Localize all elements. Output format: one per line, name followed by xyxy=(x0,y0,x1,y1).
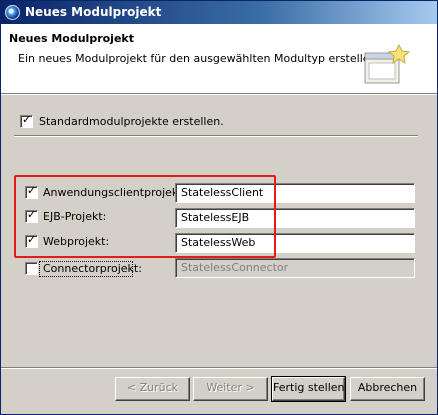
checkmark-icon: ✓ xyxy=(22,113,32,126)
new-module-wizard-icon xyxy=(364,43,411,84)
banner-separator xyxy=(1,93,437,95)
banner-title: Neues Modulprojekt xyxy=(9,32,134,45)
connector-project-label: Connectorprojekt: xyxy=(43,262,142,275)
connector-project-checkbox[interactable] xyxy=(25,262,38,275)
standard-projects-label: Standardmodulprojekte erstellen. xyxy=(39,115,224,128)
eclipse-icon xyxy=(5,5,20,20)
wizard-banner: Neues Modulprojekt Ein neues Modulprojek… xyxy=(1,24,437,93)
finish-button[interactable]: Fertig stellen xyxy=(271,376,346,402)
footer-separator xyxy=(1,367,437,369)
options-separator xyxy=(14,135,418,137)
window-title: Neues Modulprojekt xyxy=(25,5,162,19)
next-button[interactable]: Weiter > xyxy=(193,377,268,401)
title-bar[interactable]: Neues Modulprojekt xyxy=(1,1,437,24)
back-button[interactable]: < Zurück xyxy=(115,377,190,401)
wizard-window: Neues Modulprojekt Neues Modulprojekt Ei… xyxy=(0,0,438,415)
banner-description: Ein neues Modulprojekt für den ausgewähl… xyxy=(18,52,377,65)
standard-projects-checkbox[interactable]: ✓ xyxy=(20,113,33,128)
connector-project-field[interactable]: StatelessConnector xyxy=(175,258,415,278)
cancel-button[interactable]: Abbrechen xyxy=(350,377,425,401)
highlight-box xyxy=(14,175,276,258)
